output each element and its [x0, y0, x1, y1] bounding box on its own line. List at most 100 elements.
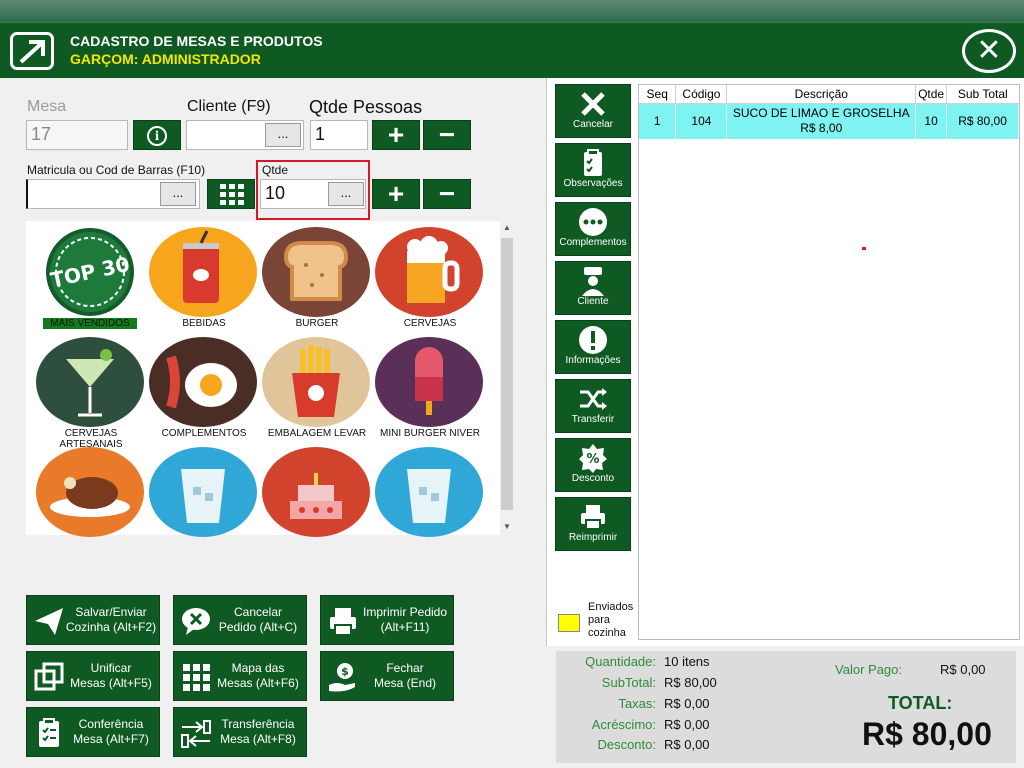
category-item[interactable] [149, 447, 259, 537]
print-order-button[interactable]: Imprimir Pedido (Alt+F11) [320, 595, 454, 645]
scroll-up-icon[interactable]: ▲ [503, 223, 511, 232]
pessoas-minus-button[interactable]: − [423, 120, 471, 150]
col-header-qtde[interactable]: Qtde [915, 85, 948, 104]
action-label: Fechar [386, 661, 424, 675]
cancel-item-button[interactable]: Cancelar [555, 84, 631, 138]
information-button[interactable]: Informações [555, 320, 631, 374]
category-bebidas[interactable]: BEBIDAS [149, 227, 259, 329]
svg-text:$: $ [341, 665, 349, 678]
x-icon [581, 92, 605, 116]
water-glass-icon [149, 447, 257, 537]
total-label: TOTAL: [888, 693, 953, 713]
egg-bacon-icon [149, 337, 257, 427]
category-item[interactable] [36, 447, 146, 537]
close-icon: ✕ [976, 34, 1002, 67]
table-map-button[interactable]: Mapa das Mesas (Alt+F6) [173, 651, 307, 701]
top30-badge-icon: TOP 30 [36, 227, 144, 317]
popsicle-icon [375, 337, 483, 427]
merge-tables-button[interactable]: Unificar Mesas (Alt+F5) [26, 651, 160, 701]
shuffle-icon [580, 388, 607, 410]
sent-to-kitchen-swatch [558, 614, 580, 632]
action-label: Cancelar [233, 605, 283, 619]
category-cervejas-artesanais[interactable]: CERVEJAS ARTESANAIS [36, 337, 146, 450]
close-button[interactable]: ✕ [962, 29, 1016, 73]
page-title: CADASTRO DE MESAS E PRODUTOS [70, 33, 323, 49]
cake-icon [262, 447, 370, 537]
qtde-label: Qtde [262, 163, 289, 177]
valor-pago-label: Valor Pago: [835, 662, 902, 677]
qtde-minus-button[interactable]: − [423, 179, 471, 209]
col-header-subtotal[interactable]: Sub Total [946, 85, 1019, 104]
transfer-table-button[interactable]: Transferência Mesa (Alt+F8) [173, 707, 307, 757]
table-marker [862, 247, 866, 250]
app-header: CADASTRO DE MESAS E PRODUTOS GARÇOM: ADM… [0, 22, 1024, 78]
action-label: Imprimir Pedido [362, 605, 448, 619]
action-label: Cozinha (Alt+F2) [65, 620, 157, 634]
mesa-input[interactable]: 17 [26, 120, 128, 150]
category-grid: TOP 30 MAIS VENDIDOS BEBIDAS BURGER CERV… [26, 221, 514, 537]
keypad-grid-icon [220, 184, 244, 205]
category-label: COMPLEMENTOS [161, 428, 247, 439]
keypad-button[interactable] [207, 179, 255, 209]
water-glass-icon [375, 447, 483, 537]
cell-qtde: 10 [915, 103, 948, 139]
category-embalagem-levar[interactable]: EMBALAGEM LEVAR [262, 337, 372, 439]
fries-icon [262, 337, 370, 427]
discount-button[interactable]: % Desconto [555, 438, 631, 492]
reprint-button[interactable]: Reimprimir [555, 497, 631, 551]
mesa-info-button[interactable]: i [133, 120, 181, 150]
qtde-plus-button[interactable]: + [372, 179, 420, 209]
col-header-codigo[interactable]: Código [675, 85, 728, 104]
cancel-order-button[interactable]: Cancelar Pedido (Alt+C) [173, 595, 307, 645]
side-button-label: Informações [565, 355, 621, 366]
client-button[interactable]: Cliente [555, 261, 631, 315]
category-label: MINI BURGER NIVER [379, 428, 480, 439]
action-label: Pedido (Alt+C) [218, 620, 298, 634]
category-mais-vendidos[interactable]: TOP 30 MAIS VENDIDOS [36, 227, 146, 329]
category-item[interactable] [262, 447, 372, 537]
category-item[interactable] [375, 447, 485, 537]
complements-button[interactable]: Complementos [555, 202, 631, 256]
category-mini-burger-niver[interactable]: MINI BURGER NIVER [375, 337, 485, 439]
acrescimo-value: R$ 0,00 [664, 717, 710, 732]
table-check-button[interactable]: Conferência Mesa (Alt+F7) [26, 707, 160, 757]
scroll-down-icon[interactable]: ▼ [503, 522, 511, 531]
printer-icon [330, 608, 356, 636]
cliente-label: Cliente (F9) [187, 98, 271, 115]
info-icon: i [147, 126, 167, 146]
pessoas-plus-button[interactable]: + [372, 120, 420, 150]
action-label: Mesas (Alt+F6) [217, 676, 299, 690]
user-icon [582, 267, 604, 296]
cliente-search-button[interactable]: ... [265, 123, 301, 147]
qtde-pessoas-label: Qtde Pessoas [309, 97, 423, 117]
action-label: Mesa (End) [373, 676, 437, 690]
category-label: BURGER [295, 318, 339, 329]
category-complementos[interactable]: COMPLEMENTOS [149, 337, 259, 439]
taxas-label: Taxas: [618, 696, 656, 711]
roast-chicken-icon [36, 447, 144, 537]
category-label: BEBIDAS [182, 318, 226, 329]
matricula-search-button[interactable]: ... [160, 182, 196, 206]
col-header-seq[interactable]: Seq [639, 85, 677, 104]
col-header-descricao[interactable]: Descrição [726, 85, 917, 104]
action-label: Mesa (Alt+F8) [220, 732, 296, 746]
save-send-kitchen-button[interactable]: Salvar/Enviar Cozinha (Alt+F2) [26, 595, 160, 645]
transfer-item-button[interactable]: Transferir [555, 379, 631, 433]
side-button-label: Reimprimir [568, 532, 618, 543]
observations-button[interactable]: Observações [555, 143, 631, 197]
category-scrollbar-thumb[interactable] [501, 238, 513, 510]
svg-text:%: % [586, 452, 599, 467]
subtotal-value: R$ 80,00 [664, 675, 717, 690]
cocktail-glass-icon [36, 337, 144, 427]
category-cervejas[interactable]: CERVEJAS [375, 227, 485, 329]
taxas-value: R$ 0,00 [664, 696, 710, 711]
category-label: EMBALAGEM LEVAR [267, 428, 367, 439]
qtde-search-button[interactable]: ... [328, 182, 364, 206]
close-table-button[interactable]: $ Fechar Mesa (End) [320, 651, 454, 701]
side-button-label: Cliente [577, 296, 609, 307]
table-row[interactable]: 1 104 SUCO DE LIMAO E GROSELHA R$ 8,00 10… [639, 103, 1019, 139]
qtde-pessoas-input[interactable]: 1 [310, 120, 368, 150]
side-button-label: Transferir [571, 414, 615, 425]
category-burger[interactable]: BURGER [262, 227, 372, 329]
order-items-table: Seq Código Descrição Qtde Sub Total 1 10… [638, 84, 1020, 640]
